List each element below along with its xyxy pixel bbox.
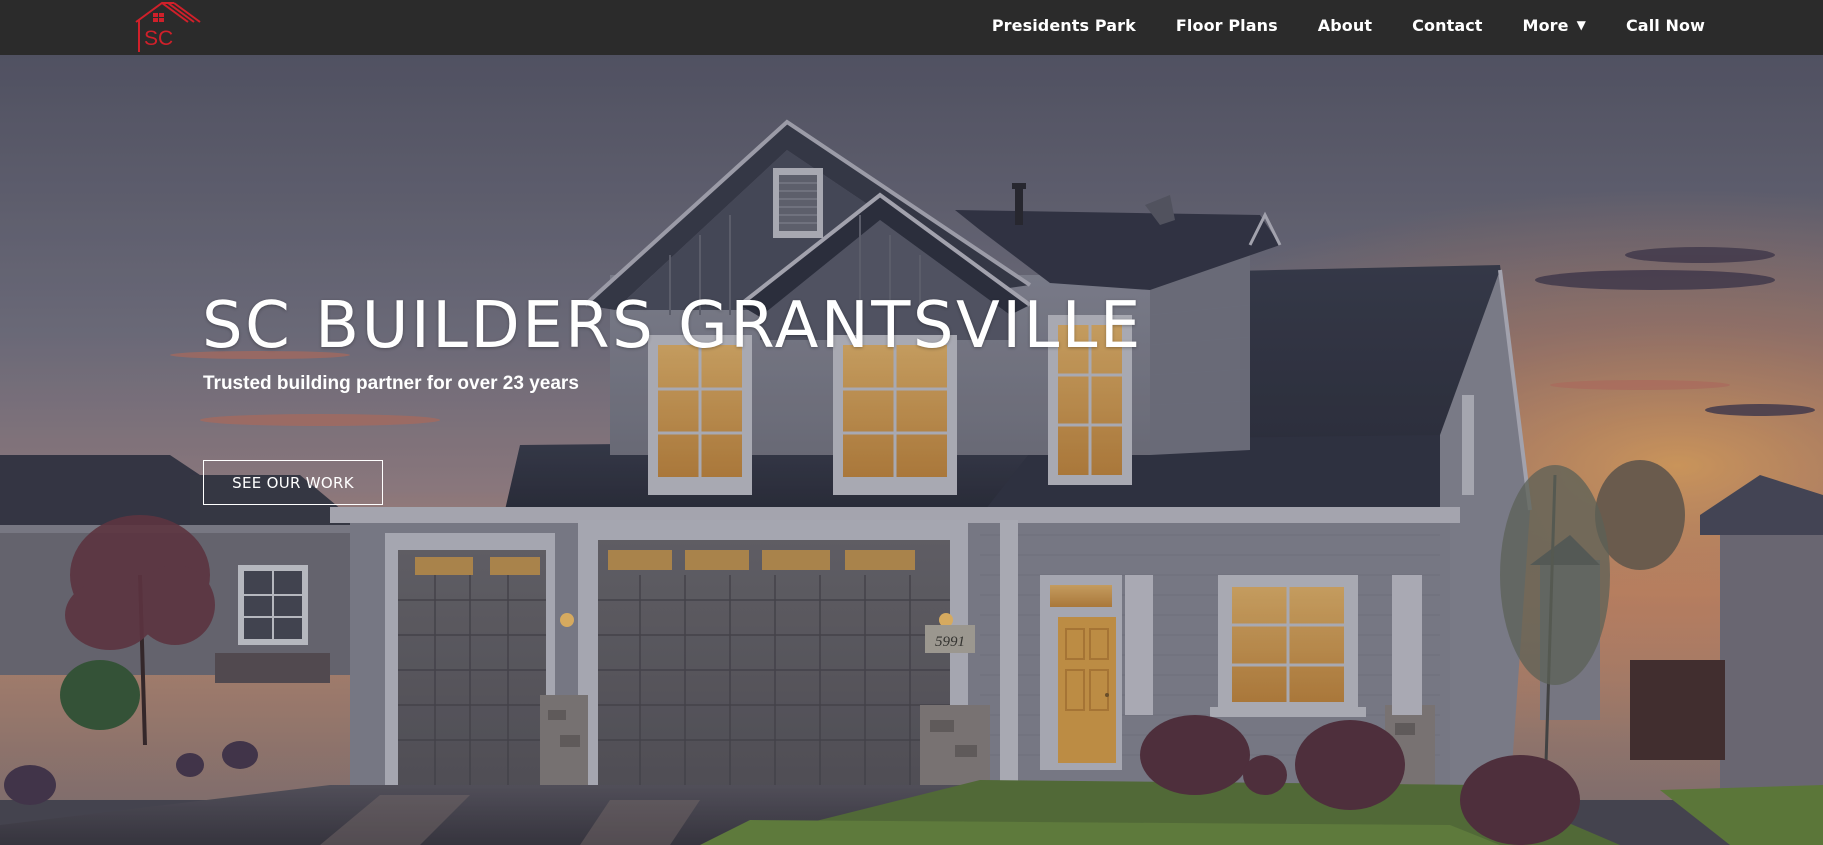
caret-down-icon: ▼ [1576, 18, 1586, 32]
nav-label: About [1317, 15, 1373, 35]
nav-label: More [1522, 15, 1569, 35]
nav-presidents-park[interactable]: Presidents Park [992, 16, 1136, 35]
main-nav: Presidents Park Floor Plans About Contac… [992, 0, 1705, 50]
nav-floor-plans[interactable]: Floor Plans [1176, 16, 1278, 35]
nav-label: Presidents Park [991, 15, 1136, 35]
top-navbar: SC Presidents Park Floor Plans About Con… [0, 0, 1823, 55]
hero-title: SC BUILDERS GRANTSVILLE [202, 289, 1143, 363]
nav-more-dropdown[interactable]: More ▼ [1523, 16, 1586, 35]
nav-about[interactable]: About [1318, 16, 1372, 35]
sc-builders-logo[interactable]: SC [130, 0, 204, 55]
hero-dark-overlay [0, 55, 1823, 845]
nav-call-now[interactable]: Call Now [1626, 16, 1705, 35]
nav-contact[interactable]: Contact [1412, 16, 1482, 35]
see-our-work-button[interactable]: SEE OUR WORK [203, 460, 383, 505]
nav-label: Contact [1412, 15, 1483, 35]
nav-label: Call Now [1625, 15, 1705, 35]
hero-section: 5991 SC BUILDERS GRANTSVILLE Trusted bui… [0, 55, 1823, 845]
cta-label: SEE OUR WORK [232, 473, 354, 492]
hero-subtitle: Trusted building partner for over 23 yea… [203, 373, 579, 394]
nav-label: Floor Plans [1175, 15, 1278, 35]
svg-text:SC: SC [144, 27, 173, 50]
